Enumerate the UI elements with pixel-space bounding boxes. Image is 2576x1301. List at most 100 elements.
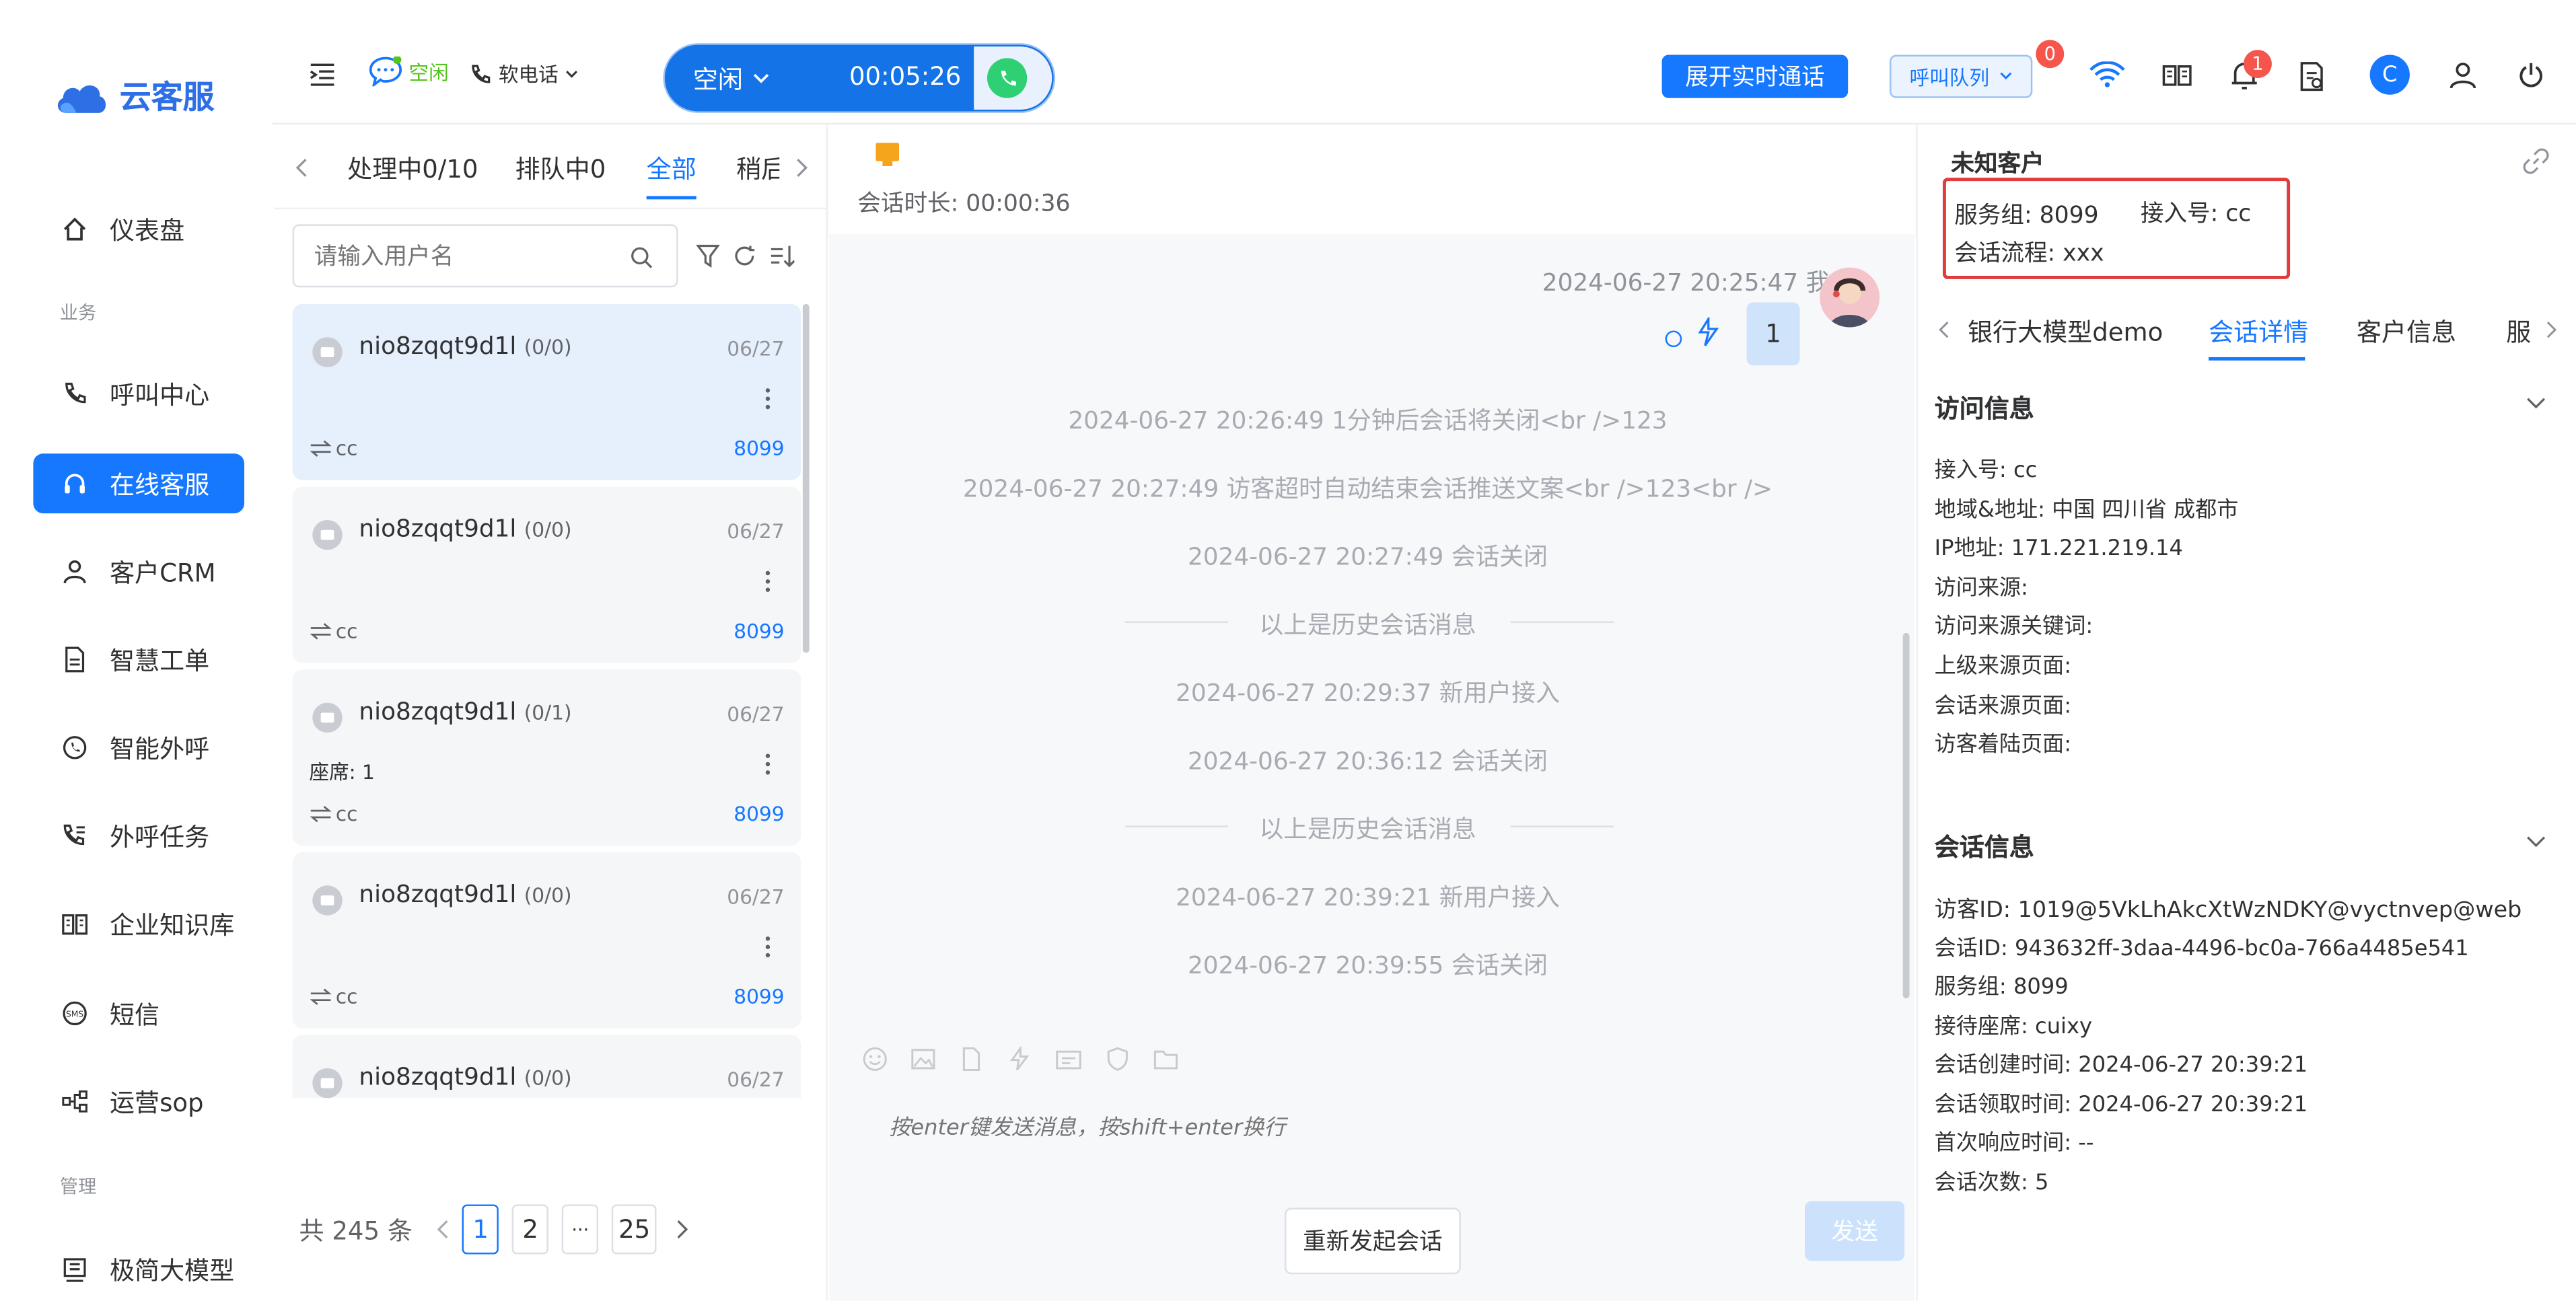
system-message: 2024-06-27 20:36:12 会话关闭: [1187, 749, 1548, 776]
tab-all[interactable]: 全部: [647, 151, 696, 186]
tab-session-detail[interactable]: 会话详情: [2209, 314, 2308, 349]
refresh-icon[interactable]: [733, 244, 756, 268]
card-channel-label: cc: [335, 802, 358, 826]
chevron-down-icon[interactable]: [2526, 835, 2546, 849]
flash-icon[interactable]: [1007, 1046, 1032, 1072]
sidebar-item-online-service[interactable]: 在线客服: [33, 453, 245, 514]
emoji-icon[interactable]: [863, 1047, 888, 1072]
chat-scrollbar[interactable]: [1902, 632, 1910, 999]
call-status-dropdown[interactable]: 空闲: [693, 61, 770, 96]
chevron-down-icon: [1999, 71, 2013, 81]
sidebar-item-outbound-task[interactable]: 外呼任务: [33, 806, 244, 866]
chevron-down-icon: [753, 73, 770, 85]
visit-info-item: 访问来源关键词:: [1934, 614, 2094, 640]
session-info-item: 接待座席: cuixy: [1934, 1014, 2092, 1040]
softphone-label: 软电话: [498, 63, 559, 87]
card-message-icon[interactable]: [1055, 1047, 1082, 1072]
more-icon[interactable]: [764, 753, 771, 776]
send-button[interactable]: 发送: [1804, 1201, 1905, 1261]
tab-later[interactable]: 稍后: [736, 151, 779, 186]
customer-title: 未知客户: [1951, 151, 2044, 178]
pager-page[interactable]: 2: [512, 1204, 549, 1255]
tabs-prev-icon[interactable]: [294, 158, 308, 178]
chat-avatar-icon: [312, 519, 343, 550]
rtabs-prev-icon[interactable]: [1938, 321, 1949, 339]
sidebar-item-knowledge[interactable]: 企业知识库: [33, 894, 244, 954]
task-list-icon[interactable]: [2298, 61, 2325, 91]
tabs-next-icon[interactable]: [796, 158, 810, 178]
sidebar-item-smart-outbound[interactable]: 智能外呼: [33, 718, 244, 778]
card-name: nio8zqqt9d1l: [359, 699, 517, 727]
conversation-card[interactable]: nio8zqqt9d1l (0/0) 06/27 cc 8099: [292, 852, 801, 1029]
conversation-card[interactable]: nio8zqqt9d1l (0/0) 06/27 cc 8099: [292, 303, 801, 480]
quick-reply-icon[interactable]: [1695, 317, 1722, 347]
history-divider-line: [1510, 825, 1614, 827]
sidebar-item-sms[interactable]: SMS 短信: [33, 983, 244, 1043]
sort-icon[interactable]: [769, 244, 795, 268]
link-icon[interactable]: [2523, 148, 2550, 175]
chat-status[interactable]: 空闲: [369, 56, 449, 87]
card-date: 06/27: [727, 337, 785, 361]
visit-info-item: 会话来源页面:: [1934, 694, 2072, 720]
sidebar-item-dashboard[interactable]: 仪表盘: [33, 199, 244, 259]
book-icon[interactable]: [2162, 63, 2192, 88]
profile-icon[interactable]: [2449, 61, 2476, 89]
more-icon[interactable]: [764, 387, 771, 410]
sidebar-item-call-center[interactable]: 呼叫中心: [33, 364, 244, 424]
message-input[interactable]: [886, 1106, 1857, 1213]
softphone-dropdown[interactable]: 软电话: [468, 60, 578, 88]
tab-customer-info[interactable]: 客户信息: [2357, 314, 2456, 349]
image-icon[interactable]: [910, 1047, 935, 1072]
chevron-down-icon: [565, 69, 579, 79]
history-divider-line: [1510, 621, 1614, 624]
session-info-item: 服务组: 8099: [1934, 975, 2069, 1000]
search-input[interactable]: [310, 239, 617, 276]
answer-call-button[interactable]: [987, 58, 1028, 98]
collapse-menu-icon[interactable]: [309, 63, 336, 87]
visit-info-item: 访问来源:: [1934, 576, 2028, 601]
user-avatar[interactable]: C: [2369, 54, 2410, 95]
tab-bank-llm-demo[interactable]: 银行大模型demo: [1968, 314, 2163, 349]
power-icon[interactable]: [2517, 61, 2544, 89]
sidebar-item-ticket[interactable]: 智慧工单: [33, 630, 244, 690]
card-group: 8099: [734, 620, 785, 643]
pager-next-icon[interactable]: [677, 1220, 690, 1240]
pager-prev-icon[interactable]: [435, 1220, 449, 1240]
chat-avatar-icon: [312, 337, 343, 367]
chevron-down-icon[interactable]: [2526, 397, 2546, 410]
sms-icon: SMS: [60, 998, 90, 1028]
filter-icon[interactable]: [696, 244, 720, 268]
shield-icon[interactable]: [1105, 1047, 1130, 1072]
call-queue-dropdown[interactable]: 呼叫队列: [1889, 54, 2033, 98]
search-icon[interactable]: [630, 246, 653, 270]
sidebar-item-sop[interactable]: 运营sop: [33, 1072, 244, 1131]
tab-service[interactable]: 服: [2506, 314, 2531, 349]
card-date: 06/27: [727, 519, 785, 544]
wifi-icon[interactable]: [2089, 61, 2125, 88]
rtabs-next-icon[interactable]: [2546, 321, 2557, 339]
tab-processing[interactable]: 处理中0/10: [347, 151, 478, 186]
chat-avatar-icon: [312, 1068, 343, 1099]
system-message: 2024-06-27 20:39:21 新用户接入: [1176, 885, 1560, 912]
sidebar-item-llm[interactable]: 极简大模型: [33, 1239, 244, 1299]
sidebar-item-crm[interactable]: 客户CRM: [33, 542, 244, 601]
more-icon[interactable]: [764, 570, 771, 593]
headset-icon: [60, 468, 90, 498]
call-status-label: 空闲: [692, 65, 743, 95]
tab-queueing[interactable]: 排队中0: [515, 151, 606, 186]
pager-ellipsis[interactable]: ···: [562, 1204, 599, 1255]
card-date: 06/27: [727, 1068, 785, 1092]
pager-page[interactable]: 25: [612, 1204, 657, 1255]
more-icon[interactable]: [764, 935, 771, 959]
card-name: nio8zqqt9d1l: [359, 334, 517, 361]
realtime-call-button[interactable]: 展开实时通话: [1661, 54, 1849, 98]
conversation-card[interactable]: nio8zqqt9d1l (0/0) 06/27 cc 8099: [292, 486, 801, 663]
restart-session-button[interactable]: 重新发起会话: [1285, 1207, 1461, 1275]
conversation-card[interactable]: nio8zqqt9d1l (0/1) 06/27 座席: 1 cc 8099: [292, 669, 801, 846]
session-info-item: 会话创建时间: 2024-06-27 20:39:21: [1934, 1053, 2308, 1078]
folder-icon[interactable]: [1153, 1047, 1178, 1072]
conversation-card[interactable]: nio8zqqt9d1l (0/0) 06/27: [292, 1035, 801, 1099]
file-icon[interactable]: [959, 1047, 984, 1072]
sidebar-item-label: 企业知识库: [109, 909, 235, 940]
pager-page[interactable]: 1: [462, 1204, 499, 1255]
